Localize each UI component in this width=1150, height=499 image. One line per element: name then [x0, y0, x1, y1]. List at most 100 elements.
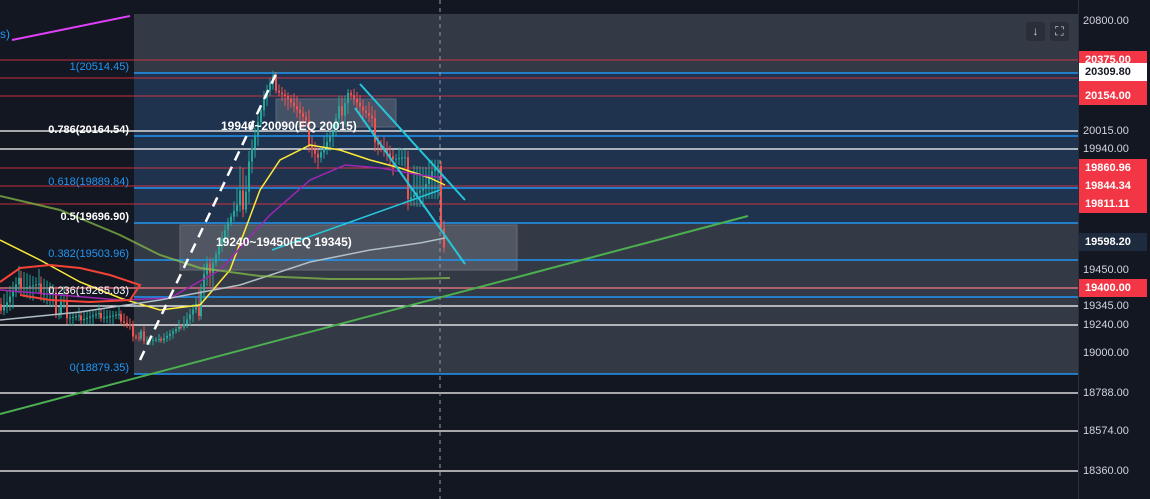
candle-body — [401, 157, 403, 159]
candle-body — [245, 191, 247, 210]
candle-body — [103, 317, 105, 319]
candle-body — [236, 205, 238, 211]
candle-body — [192, 309, 194, 315]
price-tick-label: 18574.00 — [1083, 425, 1129, 437]
candle-body — [290, 99, 292, 103]
candle-body — [178, 326, 180, 330]
candle-body — [413, 194, 415, 198]
candle-body — [437, 165, 439, 168]
candle-body — [98, 313, 100, 315]
candle-body — [314, 149, 316, 154]
price-tick-label: 18360.00 — [1083, 465, 1129, 477]
candle-body — [38, 283, 40, 285]
candle-body — [15, 284, 17, 291]
candle-body — [18, 277, 20, 285]
candle-body — [329, 136, 331, 142]
candle-body — [404, 157, 406, 159]
candle-body — [407, 157, 409, 200]
candle-body — [419, 190, 421, 193]
candle-body — [138, 337, 140, 339]
candle-body — [78, 315, 80, 317]
candle-body — [209, 263, 211, 273]
fib-level-label: 0.382(19503.96) — [48, 248, 129, 260]
candle-body — [326, 141, 328, 148]
candle-body — [112, 315, 114, 317]
price-tick-label: 20800.00 — [1083, 15, 1129, 27]
fib-level-label: 0.236(19265.03) — [48, 285, 129, 297]
candle-body — [347, 92, 349, 104]
candle-body — [83, 319, 85, 321]
price-chart[interactable]: 1(20514.45) 0.786(20164.54) 0.618(19889.84… — [0, 0, 1078, 499]
candle-body — [183, 324, 185, 328]
candle-body — [392, 156, 394, 160]
candle-body — [341, 106, 343, 116]
candle-body — [115, 314, 117, 316]
candle-body — [263, 98, 265, 111]
candle-body — [35, 284, 37, 286]
candle-body — [320, 152, 322, 158]
candle-body — [23, 287, 25, 289]
candle-body — [302, 113, 304, 117]
symbol-fragment: s) — [0, 27, 10, 41]
candle-body — [163, 338, 165, 341]
fib-level-label: 0(18879.35) — [70, 362, 129, 374]
price-tick-label: 19240.00 — [1083, 319, 1129, 331]
candle-body — [143, 331, 145, 342]
candle-body — [215, 254, 217, 263]
price-tick-label: 18788.00 — [1083, 387, 1129, 399]
candle-body — [129, 324, 131, 326]
price-tag: 20154.00 — [1079, 87, 1147, 105]
candle-body — [155, 339, 157, 341]
candle-body — [359, 102, 361, 107]
candle-body — [299, 109, 301, 114]
price-tick-label: 19000.00 — [1083, 347, 1129, 359]
candle-body — [284, 94, 286, 96]
candle-body — [350, 92, 352, 96]
candle-body — [135, 336, 137, 338]
zone-label: 19940~20090(EQ 20015) — [221, 119, 357, 133]
fib-level-label: 1(20514.45) — [70, 61, 129, 73]
candle-body — [186, 319, 188, 325]
candle-body — [371, 115, 373, 119]
candle-body — [100, 313, 102, 319]
fib-level-label: 0.618(19889.84) — [48, 176, 129, 188]
candle-body — [92, 315, 94, 317]
candle-body — [109, 316, 111, 318]
candle-body — [106, 316, 108, 318]
candle-body — [395, 158, 397, 160]
candle-body — [32, 285, 34, 287]
price-tick-label: 20015.00 — [1083, 125, 1129, 137]
candle-body — [287, 96, 289, 100]
scroll-down-button[interactable]: ↓ — [1026, 22, 1045, 41]
candle-body — [3, 307, 5, 311]
candle-body — [398, 158, 400, 160]
candle-body — [239, 190, 241, 206]
candle-body — [89, 316, 91, 318]
candle-body — [212, 262, 214, 273]
candle-body — [242, 190, 244, 210]
fib-level-label: 0.786(20164.54) — [48, 124, 129, 136]
fullscreen-icon: ⛶ — [1055, 24, 1064, 38]
candle-body — [248, 161, 250, 192]
candle-body — [60, 301, 62, 315]
candle-body — [175, 329, 177, 332]
price-tick-label: 19345.00 — [1083, 300, 1129, 312]
candle-body — [160, 339, 162, 341]
candle-body — [311, 146, 313, 150]
candle-body — [166, 335, 168, 339]
candle-body — [338, 106, 340, 119]
price-tag: 19811.11 — [1079, 195, 1147, 213]
price-tag: 19860.96 — [1079, 159, 1147, 177]
candle-body — [356, 98, 358, 103]
fib-level-label: 0.5(19696.90) — [61, 211, 130, 223]
candle-body — [233, 210, 235, 217]
fullscreen-button[interactable]: ⛶ — [1050, 22, 1069, 41]
candle-body — [425, 184, 427, 189]
candle-body — [169, 333, 171, 336]
arrow-down-icon: ↓ — [1032, 24, 1039, 38]
price-axis[interactable]: 20800.00 20015.00 19940.00 19450.00 19345.00… — [1078, 0, 1150, 499]
candle-body — [158, 339, 160, 340]
candle-body — [86, 317, 88, 320]
candle-body — [227, 222, 229, 231]
candle-body — [95, 314, 97, 316]
